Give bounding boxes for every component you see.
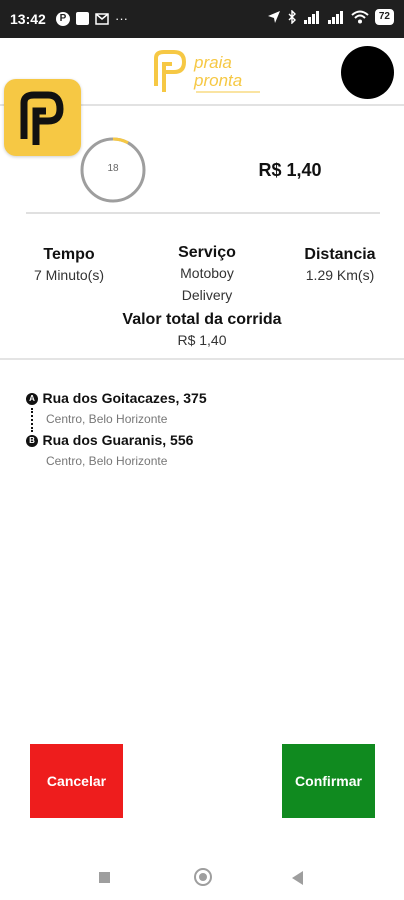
recent-apps-icon[interactable] bbox=[99, 872, 110, 883]
origin-address: Rua dos Goitacazes, 375 bbox=[42, 390, 207, 406]
back-icon[interactable] bbox=[292, 871, 303, 885]
distance-value: 1.29 Km(s) bbox=[305, 267, 375, 283]
praia-pronta-logo: praia pronta bbox=[154, 50, 260, 93]
total-value: R$ 1,40 bbox=[177, 332, 227, 348]
avatar[interactable] bbox=[341, 46, 394, 99]
signal-icon-2 bbox=[327, 11, 343, 24]
divider bbox=[0, 358, 404, 360]
service-label: Serviço bbox=[178, 244, 236, 261]
divider bbox=[26, 212, 380, 214]
time-column: Tempo 7 Minuto(s) bbox=[18, 246, 120, 286]
total-label: Valor total da corrida bbox=[122, 311, 282, 328]
service-value-line2: Delivery bbox=[181, 287, 233, 303]
bluetooth-icon bbox=[288, 10, 296, 24]
service-value-line1: Motoboy bbox=[180, 265, 234, 281]
app-notification-icon: P bbox=[56, 11, 70, 26]
wifi-icon bbox=[351, 10, 369, 24]
distance-column: Distancia 1.29 Km(s) bbox=[290, 246, 390, 286]
timer-value: 18 bbox=[107, 163, 119, 174]
origin-item: A Rua dos Goitacazes, 375 Centro, Belo H… bbox=[26, 390, 386, 426]
home-icon[interactable] bbox=[194, 868, 212, 886]
navigation-bar bbox=[0, 850, 404, 900]
service-column: Serviço Motoboy Delivery bbox=[152, 244, 262, 306]
total-section: Valor total da corrida R$ 1,40 bbox=[60, 311, 344, 351]
signal-icon-1 bbox=[303, 11, 319, 24]
system-status-icons: 72 bbox=[267, 9, 394, 25]
destination-address: Rua dos Guaranis, 556 bbox=[42, 432, 194, 448]
square-notification-icon bbox=[76, 12, 89, 25]
status-bar: 13:42 P ··· 72 bbox=[0, 0, 404, 38]
mail-icon bbox=[95, 12, 109, 25]
app-logo-icon bbox=[4, 79, 81, 156]
time-label: Tempo bbox=[43, 246, 95, 263]
ride-price: R$ 1,40 bbox=[258, 160, 322, 180]
cancel-button[interactable]: Cancelar bbox=[30, 744, 123, 818]
logo-text-line1: praia bbox=[193, 53, 232, 72]
route-connector bbox=[31, 408, 35, 432]
confirm-button[interactable]: Confirmar bbox=[282, 744, 375, 818]
location-arrow-icon bbox=[267, 11, 280, 23]
origin-marker-icon: A bbox=[26, 392, 38, 405]
battery-icon: 72 bbox=[374, 9, 394, 25]
status-time: 13:42 bbox=[10, 11, 46, 27]
distance-label: Distancia bbox=[304, 246, 376, 263]
origin-subtitle: Centro, Belo Horizonte bbox=[46, 412, 168, 426]
logo-text-line2: pronta bbox=[193, 71, 242, 90]
destination-subtitle: Centro, Belo Horizonte bbox=[46, 454, 168, 468]
route-list: A Rua dos Goitacazes, 375 Centro, Belo H… bbox=[26, 390, 386, 468]
more-notifications-icon: ··· bbox=[115, 11, 128, 26]
notification-icons: P ··· bbox=[56, 11, 128, 26]
time-value: 7 Minuto(s) bbox=[33, 267, 105, 283]
destination-item: B Rua dos Guaranis, 556 Centro, Belo Hor… bbox=[26, 432, 386, 468]
destination-marker-icon: B bbox=[26, 434, 38, 447]
